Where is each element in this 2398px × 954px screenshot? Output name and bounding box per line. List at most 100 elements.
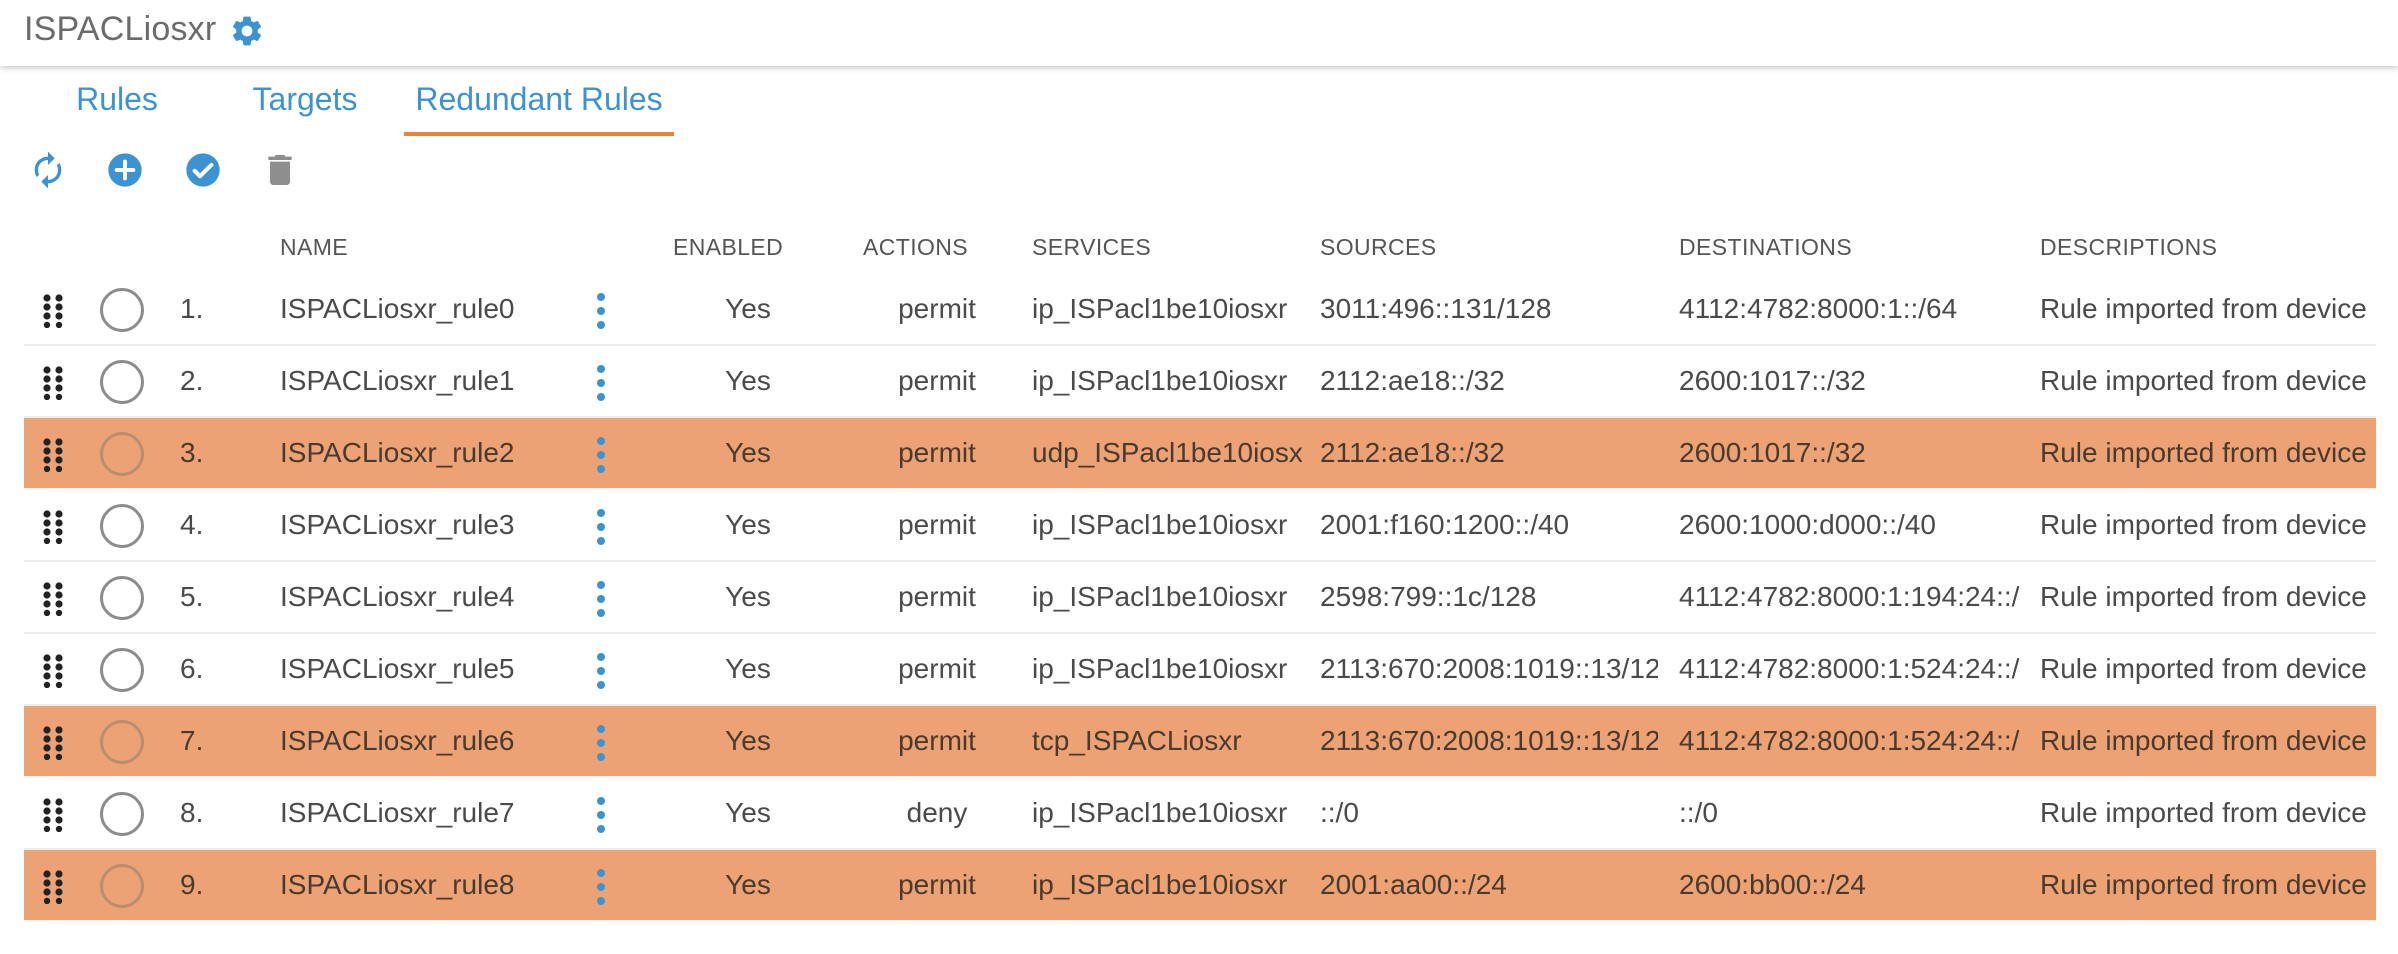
rule-enabled: Yes <box>725 365 771 396</box>
rule-name: ISPACLiosxr_rule2 <box>280 437 515 468</box>
rule-source: 2113:670:2008:1019::13/128 <box>1320 725 1658 756</box>
table-row[interactable]: 2. ISPACLiosxr_rule1 Yes permit ip_ISPacl1be… <box>24 346 2376 418</box>
rule-service: ip_ISPacl1be10iosxr <box>1032 581 1288 612</box>
rule-action: permit <box>898 869 976 900</box>
rule-name: ISPACLiosxr_rule8 <box>280 869 515 900</box>
row-number: 5. <box>180 581 204 612</box>
table-row[interactable]: 4. ISPACLiosxr_rule3 Yes permit ip_ISPacl1be… <box>24 490 2376 562</box>
drag-handle-icon[interactable] <box>42 654 64 689</box>
check-circle-icon[interactable] <box>183 150 223 190</box>
column-header-destinations[interactable]: DESTINATIONS <box>1679 234 1852 261</box>
rule-source: 3011:496::131/128 <box>1320 293 1552 324</box>
app-header: ISPACLiosxr <box>0 0 2398 66</box>
rule-destination: ::/0 <box>1679 797 1718 828</box>
drag-handle-icon[interactable] <box>42 726 64 761</box>
rule-enabled: Yes <box>725 653 771 684</box>
table-row[interactable]: 3. ISPACLiosxr_rule2 Yes permit udp_ISPacl1b… <box>24 418 2376 490</box>
row-select-radio[interactable] <box>100 720 144 764</box>
rule-enabled: Yes <box>725 725 771 756</box>
more-vert-icon[interactable] <box>594 724 608 762</box>
drag-handle-icon[interactable] <box>42 438 64 473</box>
rule-description: Rule imported from device <box>2040 365 2367 396</box>
rule-description: Rule imported from device <box>2040 293 2367 324</box>
more-vert-icon[interactable] <box>594 508 608 546</box>
rule-destination: 2600:bb00::/24 <box>1679 869 1866 900</box>
app-title: ISPACLiosxr <box>24 10 217 48</box>
rule-action: deny <box>906 797 968 828</box>
rule-service: ip_ISPacl1be10iosxr <box>1032 365 1288 396</box>
table-row[interactable]: 9. ISPACLiosxr_rule8 Yes permit ip_ISPacl1be… <box>24 850 2376 922</box>
more-vert-icon[interactable] <box>594 436 608 474</box>
drag-handle-icon[interactable] <box>42 870 64 905</box>
table-row[interactable]: 1. ISPACLiosxr_rule0 Yes permit ip_ISPacl1be… <box>24 274 2376 346</box>
rule-enabled: Yes <box>725 437 771 468</box>
row-select-radio[interactable] <box>100 864 144 908</box>
table-row[interactable]: 5. ISPACLiosxr_rule4 Yes permit ip_ISPacl1be… <box>24 562 2376 634</box>
drag-handle-icon[interactable] <box>42 510 64 545</box>
add-icon[interactable] <box>105 150 145 190</box>
rule-description: Rule imported from device <box>2040 437 2367 468</box>
row-select-radio[interactable] <box>100 432 144 476</box>
rule-destination: 4112:4782:8000:1:524:24::/ <box>1679 653 2019 684</box>
rule-action: permit <box>898 509 976 540</box>
rule-action: permit <box>898 653 976 684</box>
column-header-services[interactable]: SERVICES <box>1032 234 1151 261</box>
column-header-actions[interactable]: ACTIONS <box>863 234 968 261</box>
gear-icon[interactable] <box>229 13 265 49</box>
row-select-radio[interactable] <box>100 288 144 332</box>
rule-enabled: Yes <box>725 509 771 540</box>
drag-handle-icon[interactable] <box>42 294 64 329</box>
column-header-sources[interactable]: SOURCES <box>1320 234 1437 261</box>
table-row[interactable]: 7. ISPACLiosxr_rule6 Yes permit tcp_ISPACLio… <box>24 706 2376 778</box>
rule-description: Rule imported from device <box>2040 725 2367 756</box>
drag-handle-icon[interactable] <box>42 798 64 833</box>
row-number: 3. <box>180 437 204 468</box>
rule-action: permit <box>898 293 976 324</box>
rule-service: ip_ISPacl1be10iosxr <box>1032 293 1288 324</box>
rule-description: Rule imported from device <box>2040 581 2367 612</box>
rule-source: 2112:ae18::/32 <box>1320 437 1505 468</box>
tab-bar: Rules Targets Redundant Rules <box>0 66 2398 136</box>
rule-service: ip_ISPacl1be10iosxr <box>1032 653 1288 684</box>
refresh-icon[interactable] <box>28 150 68 190</box>
rules-table: NAME ENABLED ACTIONS SERVICES SOURCES DE… <box>24 220 2376 922</box>
rule-action: permit <box>898 581 976 612</box>
row-select-radio[interactable] <box>100 576 144 620</box>
more-vert-icon[interactable] <box>594 580 608 618</box>
rule-destination: 4112:4782:8000:1::/64 <box>1679 293 1958 324</box>
drag-handle-icon[interactable] <box>42 366 64 401</box>
column-header-descriptions[interactable]: DESCRIPTIONS <box>2040 234 2217 261</box>
rule-action: permit <box>898 725 976 756</box>
rule-destination: 2600:1017::/32 <box>1679 437 1866 468</box>
row-select-radio[interactable] <box>100 792 144 836</box>
rule-destination: 4112:4782:8000:1:524:24::/ <box>1679 725 2019 756</box>
rule-name: ISPACLiosxr_rule0 <box>280 293 515 324</box>
toolbar <box>0 146 400 196</box>
more-vert-icon[interactable] <box>594 292 608 330</box>
row-select-radio[interactable] <box>100 504 144 548</box>
rule-source: 2598:799::1c/128 <box>1320 581 1537 612</box>
row-select-radio[interactable] <box>100 360 144 404</box>
rule-service: ip_ISPacl1be10iosxr <box>1032 869 1288 900</box>
tab-redundant-rules[interactable]: Redundant Rules <box>404 81 674 136</box>
row-select-radio[interactable] <box>100 648 144 692</box>
tab-rules[interactable]: Rules <box>62 81 172 136</box>
more-vert-icon[interactable] <box>594 364 608 402</box>
rule-name: ISPACLiosxr_rule3 <box>280 509 515 540</box>
more-vert-icon[interactable] <box>594 868 608 906</box>
tab-targets[interactable]: Targets <box>240 81 370 136</box>
more-vert-icon[interactable] <box>594 652 608 690</box>
trash-icon[interactable] <box>260 150 300 190</box>
rule-description: Rule imported from device <box>2040 653 2367 684</box>
row-number: 2. <box>180 365 204 396</box>
rule-enabled: Yes <box>725 797 771 828</box>
rule-destination: 2600:1000:d000::/40 <box>1679 509 1936 540</box>
more-vert-icon[interactable] <box>594 796 608 834</box>
table-row[interactable]: 6. ISPACLiosxr_rule5 Yes permit ip_ISPacl1be… <box>24 634 2376 706</box>
rule-action: permit <box>898 437 976 468</box>
rule-name: ISPACLiosxr_rule6 <box>280 725 515 756</box>
table-row[interactable]: 8. ISPACLiosxr_rule7 Yes deny ip_ISPacl1be10… <box>24 778 2376 850</box>
column-header-name[interactable]: NAME <box>280 234 348 261</box>
column-header-enabled[interactable]: ENABLED <box>673 234 783 261</box>
drag-handle-icon[interactable] <box>42 582 64 617</box>
